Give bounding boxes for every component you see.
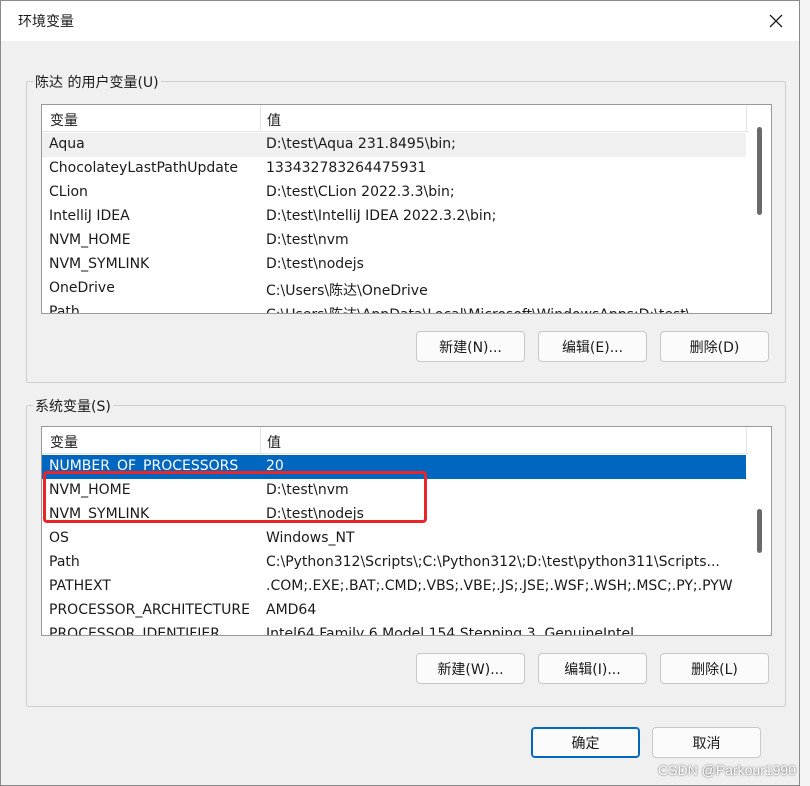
variable-name: NUMBER_OF_PROCESSORS: [49, 458, 239, 474]
table-row[interactable]: OneDrive C:\Users\陈达\OneDrive: [42, 277, 746, 301]
table-row[interactable]: NVM_SYMLINK D:\test\nodejs: [42, 503, 746, 527]
user-edit-button[interactable]: 编辑(E)...: [538, 331, 647, 362]
header-value[interactable]: 值: [267, 432, 281, 452]
variable-value: Windows_NT: [266, 530, 355, 546]
close-icon: [769, 14, 783, 28]
variable-value: 133432783264475931: [266, 160, 427, 176]
table-row[interactable]: PATHEXT .COM;.EXE;.BAT;.CMD;.VBS;.VBE;.JS…: [42, 575, 746, 599]
variable-name: Path: [49, 304, 80, 314]
variable-value: D:\test\nvm: [266, 482, 349, 498]
table-row[interactable]: ChocolateyLastPathUpdate 1334327832644759…: [42, 157, 746, 181]
variable-value: D:\test\nvm: [266, 232, 349, 248]
table-row[interactable]: PROCESSOR_ARCHITECTURE AMD64: [42, 599, 746, 623]
table-row[interactable]: NVM_SYMLINK D:\test\nodejs: [42, 253, 746, 277]
system-variables-list[interactable]: 变量 值 NUMBER_OF_PROCESSORS 20 NVM_HOME D:\te…: [41, 426, 772, 636]
variable-value: D:\test\IntelliJ IDEA 2022.3.2\bin;: [266, 208, 497, 224]
table-row[interactable]: NUMBER_OF_PROCESSORS 20: [42, 455, 746, 479]
user-new-button[interactable]: 新建(N)...: [416, 331, 525, 362]
variable-name: PROCESSOR_ARCHITECTURE: [49, 602, 250, 618]
table-row[interactable]: PROCESSOR_IDENTIFIER Intel64 Family 6 Mod…: [42, 623, 746, 636]
watermark: CSDN @Parkour1990: [658, 762, 796, 778]
variable-name: OS: [49, 530, 69, 546]
table-row[interactable]: CLion D:\test\CLion 2022.3.3\bin;: [42, 181, 746, 205]
variable-name: Aqua: [49, 136, 85, 152]
user-list-header: 变量 值: [42, 105, 771, 132]
variable-name: CLion: [49, 184, 88, 200]
system-list-scrollbar[interactable]: [749, 427, 771, 635]
variable-value: .COM;.EXE;.BAT;.CMD;.VBS;.VBE;.JS;.JSE;.…: [266, 578, 733, 594]
user-delete-button[interactable]: 删除(D): [660, 331, 769, 362]
variable-name: NVM_HOME: [49, 482, 131, 498]
variable-value: C:\Python312\Scripts\;C:\Python312\;D:\t…: [266, 554, 720, 570]
header-value[interactable]: 值: [267, 110, 281, 130]
variable-value: 20: [266, 458, 284, 474]
variable-name: NVM_SYMLINK: [49, 506, 150, 522]
variable-name: ChocolateyLastPathUpdate: [49, 160, 238, 176]
header-variable[interactable]: 变量: [50, 432, 78, 452]
environment-variables-dialog: 环境变量 陈达 的用户变量(U) 变量 值 Aqua D:\test\Aqua 2…: [0, 0, 800, 786]
title-bar: 环境变量: [1, 1, 799, 41]
variable-value: AMD64: [266, 602, 317, 618]
variable-name: PROCESSOR_IDENTIFIER: [49, 626, 220, 636]
table-row[interactable]: OS Windows_NT: [42, 527, 746, 551]
cancel-button[interactable]: 取消: [652, 727, 761, 758]
ok-button[interactable]: 确定: [531, 727, 640, 758]
variable-value: D:\test\CLion 2022.3.3\bin;: [266, 184, 455, 200]
window-title: 环境变量: [18, 14, 74, 30]
variable-name: NVM_SYMLINK: [49, 256, 150, 272]
table-row[interactable]: Path C:\Users\陈达\AppData\Local\Microsoft\…: [42, 301, 746, 314]
variable-value: C:\Users\陈达\OneDrive: [266, 283, 428, 299]
background-window-edge: [799, 0, 810, 786]
system-list-scroll-thumb[interactable]: [757, 509, 762, 553]
user-list-scroll-thumb[interactable]: [757, 127, 762, 215]
variable-value: C:\Users\陈达\AppData\Local\Microsoft\Wind…: [266, 304, 744, 313]
variable-name: NVM_HOME: [49, 232, 131, 248]
variable-name: Path: [49, 554, 80, 570]
variable-name: OneDrive: [49, 280, 115, 296]
user-list-scrollbar[interactable]: [749, 105, 771, 313]
variable-name: IntelliJ IDEA: [49, 208, 130, 224]
table-row[interactable]: Path C:\Python312\Scripts\;C:\Python312\;…: [42, 551, 746, 575]
header-variable[interactable]: 变量: [50, 110, 78, 130]
table-row[interactable]: NVM_HOME D:\test\nvm: [42, 229, 746, 253]
variable-value: D:\test\Aqua 231.8495\bin;: [266, 136, 456, 152]
variable-name: PATHEXT: [49, 578, 111, 594]
system-new-button[interactable]: 新建(W)...: [416, 653, 525, 684]
user-variables-label: 陈达 的用户变量(U): [33, 72, 161, 92]
table-row[interactable]: IntelliJ IDEA D:\test\IntelliJ IDEA 2022.…: [42, 205, 746, 229]
system-variables-label: 系统变量(S): [33, 396, 113, 416]
close-button[interactable]: [759, 5, 793, 37]
variable-value: Intel64 Family 6 Model 154 Stepping 3, G…: [266, 626, 635, 636]
system-edit-button[interactable]: 编辑(I)...: [538, 653, 647, 684]
table-row[interactable]: NVM_HOME D:\test\nvm: [42, 479, 746, 503]
variable-value: D:\test\nodejs: [266, 256, 364, 272]
system-list-header: 变量 值: [42, 427, 771, 454]
system-delete-button[interactable]: 删除(L): [660, 653, 769, 684]
table-row[interactable]: Aqua D:\test\Aqua 231.8495\bin;: [42, 133, 746, 157]
variable-value: D:\test\nodejs: [266, 506, 364, 522]
user-variables-list[interactable]: 变量 值 Aqua D:\test\Aqua 231.8495\bin; Choco…: [41, 104, 772, 314]
